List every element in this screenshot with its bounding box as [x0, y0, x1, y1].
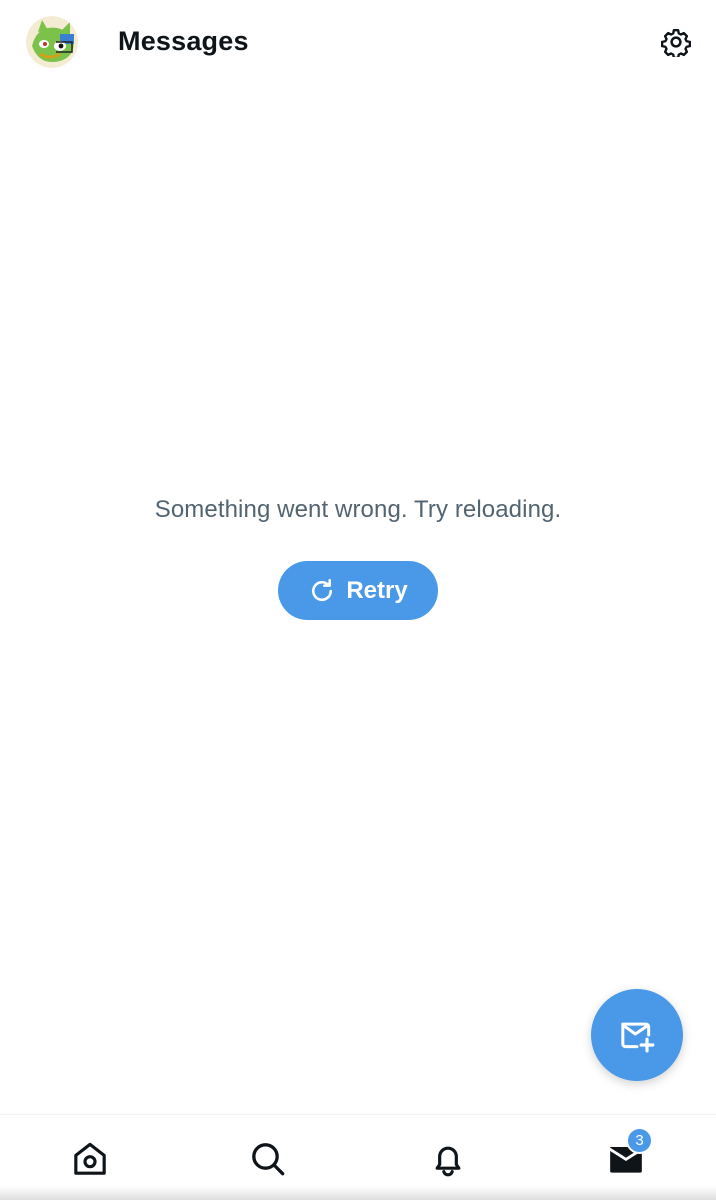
nav-notifications[interactable] — [426, 1137, 470, 1181]
gear-icon — [661, 28, 691, 57]
page-title: Messages — [118, 26, 249, 56]
avatar[interactable] — [26, 16, 78, 68]
new-message-icon — [621, 1022, 655, 1053]
retry-label: Retry — [346, 576, 408, 604]
messages-badge: 3 — [626, 1127, 653, 1154]
settings-button[interactable] — [660, 26, 692, 58]
error-message: Something went wrong. Try reloading. — [154, 496, 562, 523]
home-indicator-shadow — [0, 1186, 716, 1200]
nav-home[interactable] — [68, 1137, 112, 1181]
avatar-image — [26, 16, 78, 68]
search-icon — [252, 1143, 285, 1176]
retry-button[interactable]: Retry — [278, 561, 438, 620]
nav-search[interactable] — [246, 1137, 290, 1181]
new-message-button[interactable] — [591, 989, 683, 1081]
top-bar: Messages — [0, 0, 716, 86]
refresh-icon — [308, 577, 336, 605]
bell-icon — [435, 1146, 461, 1177]
home-icon — [74, 1142, 106, 1175]
messages-screen: Messages Something went wrong. Try reloa… — [0, 0, 716, 1200]
